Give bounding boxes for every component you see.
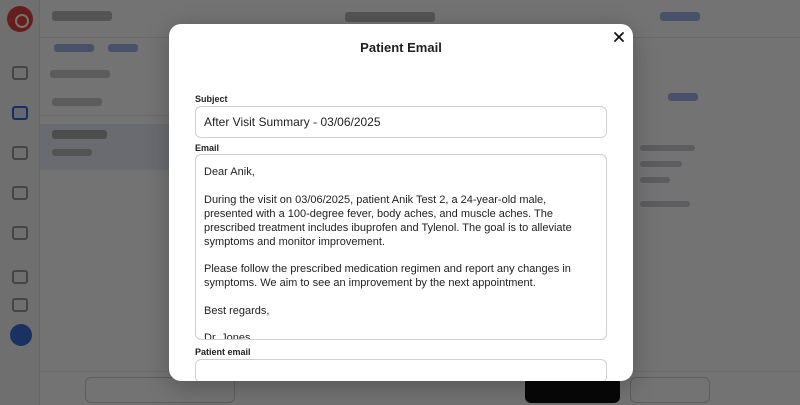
subject-input[interactable]: After Visit Summary - 03/06/2025	[195, 106, 607, 138]
close-button[interactable]	[611, 29, 627, 45]
email-paragraph: During the visit on 03/06/2025, patient …	[204, 193, 572, 248]
email-body-textarea[interactable]: Dear Anik, During the visit on 03/06/202…	[195, 154, 607, 340]
close-icon	[611, 29, 627, 45]
email-signature: Dr. Jones	[204, 332, 251, 340]
email-paragraph: Please follow the prescribed medication …	[204, 263, 571, 289]
subject-value: After Visit Summary - 03/06/2025	[204, 115, 381, 129]
patient-email-label: Patient email	[195, 347, 251, 357]
dialog-title: Patient Email	[360, 40, 442, 55]
email-label: Email	[195, 143, 220, 153]
email-greeting: Dear Anik,	[204, 166, 255, 178]
email-closing: Best regards,	[204, 304, 270, 317]
patient-email-input[interactable]	[195, 359, 607, 381]
patient-email-dialog: Patient Email Subject After Visit Summar…	[169, 24, 633, 381]
subject-label: Subject	[195, 94, 228, 104]
